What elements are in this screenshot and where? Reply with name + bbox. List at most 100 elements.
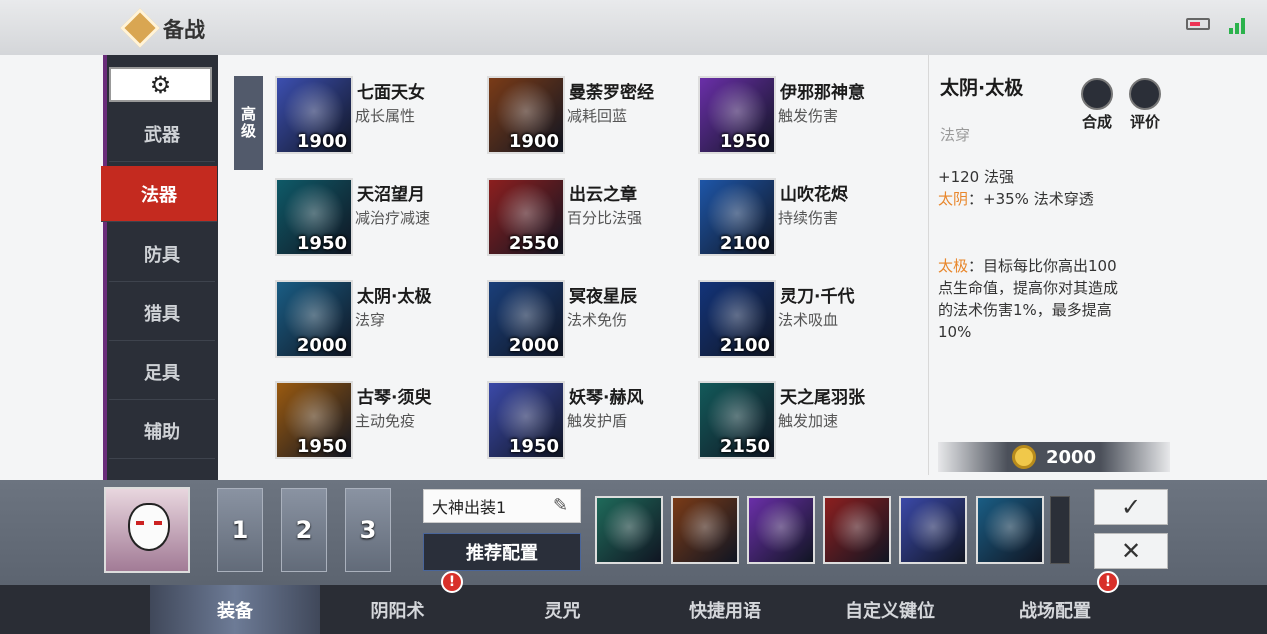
tab-spells[interactable]: 阴阳术 [330,585,465,634]
item-card[interactable]: 1950 古琴·须臾 主动免疫 [275,381,475,461]
detail-stat: +120 法强 [938,168,1014,186]
signal-icon [1229,14,1249,34]
item-card[interactable]: 1950 天沼望月减治疗减速 [275,178,475,258]
category-hunting[interactable]: 猎具 [109,285,215,341]
item-name: 山吹花烬 [780,185,848,205]
item-icon: 1950 [487,381,565,459]
item-desc: 法术免伤 [567,311,628,329]
item-price: 2550 [508,233,559,254]
item-price: 1950 [508,436,559,457]
item-desc: 触发加速 [778,412,839,430]
item-card[interactable]: 1900 曼荼罗密经减耗回蓝 [487,76,687,156]
item-name: 曼荼罗密经 [569,83,654,103]
detail-passive-2: 太极：目标每比你高出100点生命值，提高你对其造成的法术伤害1%，最多提高10% [938,255,1118,343]
tab-spells-badge: ! [441,571,463,593]
item-name: 伊邪那神意 [780,83,865,103]
item-icon: 2550 [487,178,565,256]
item-icon: 2150 [698,381,776,459]
category-weapon[interactable]: 武器 [109,106,215,162]
tab-curse[interactable]: 灵咒 [500,585,625,634]
item-card[interactable]: 1950 妖琴·赫风触发护盾 [487,381,687,461]
item-price: 2100 [719,233,770,254]
equipped-item[interactable] [899,496,967,564]
tab-battle-config-badge: ! [1097,571,1119,593]
item-icon: 1950 [275,178,353,256]
item-price: 1950 [296,436,347,457]
pencil-icon[interactable]: ✎ [553,495,568,516]
item-card[interactable]: 1950 伊邪那神意触发伤害 [698,76,898,156]
category-armor[interactable]: 防具 [109,226,215,282]
item-name: 出云之章 [569,185,637,205]
item-name: 妖琴·赫风 [569,388,644,408]
tab-keybind[interactable]: 自定义键位 [815,585,965,634]
item-price: 2100 [719,335,770,356]
build-slot-2[interactable]: 2 [281,488,327,572]
equipped-item[interactable] [595,496,663,564]
item-icon: 2100 [698,280,776,358]
gear-icon[interactable]: ⚙ [109,67,212,102]
detail-passive-1: 太阴：+35% 法术穿透 [938,188,1118,210]
item-card[interactable]: 1900 七面天女 成长属性 [275,76,475,156]
empty-equip-slot[interactable] [1050,496,1070,564]
item-desc: 减耗回蓝 [567,107,628,125]
detail-subtitle: 法穿 [940,126,971,144]
equipped-item[interactable] [747,496,815,564]
detail-price: 2000 [1045,446,1097,468]
item-desc: 持续伤害 [778,209,839,227]
item-card[interactable]: 2000 太阴·太极 法穿 [275,280,475,360]
item-card[interactable]: 2100 山吹花烬持续伤害 [698,178,898,258]
item-card[interactable]: 2000 冥夜星辰法术免伤 [487,280,687,360]
equipped-item[interactable] [976,496,1044,564]
item-icon: 2000 [275,280,353,358]
item-price: 1950 [719,131,770,152]
item-icon: 1900 [275,76,353,154]
build-slot-3[interactable]: 3 [345,488,391,572]
buy-price-bar[interactable]: 2000 [938,442,1170,472]
item-icon: 1900 [487,76,565,154]
item-desc: 主动免疫 [355,412,416,430]
passive-1-name: 太阴 [938,190,969,208]
item-price: 2000 [508,335,559,356]
equipped-item[interactable] [823,496,891,564]
equipped-item[interactable] [671,496,739,564]
item-desc: 触发伤害 [778,107,839,125]
item-desc: 减治疗减速 [355,209,431,227]
item-icon: 2000 [487,280,565,358]
build-slot-1[interactable]: 1 [217,488,263,572]
item-icon: 2100 [698,178,776,256]
review-button[interactable]: 评价 [1124,78,1166,132]
confirm-button[interactable]: ✓ [1094,489,1168,525]
item-icon: 1950 [275,381,353,459]
tier-label: 高级 [234,76,263,170]
close-icon: ✕ [1120,537,1142,565]
item-desc: 法术吸血 [778,311,839,329]
category-magic-item[interactable]: 法器 [101,166,217,222]
tab-equipment[interactable]: 装备 [150,585,320,634]
recommend-button[interactable]: 推荐配置 [423,533,581,571]
item-card[interactable]: 2100 灵刀·千代法术吸血 [698,280,898,360]
item-name: 冥夜星辰 [569,287,637,307]
tab-quick-chat[interactable]: 快捷用语 [655,585,795,634]
detail-title: 太阴·太极 [940,77,1024,99]
cancel-button[interactable]: ✕ [1094,533,1168,569]
item-name: 灵刀·千代 [780,287,855,307]
item-price: 2150 [719,436,770,457]
compose-button[interactable]: 合成 [1076,78,1118,132]
item-card[interactable]: 2550 出云之章百分比法强 [487,178,687,258]
item-card[interactable]: 2150 天之尾羽张触发加速 [698,381,898,461]
item-name: 天沼望月 [357,185,425,205]
passive-1-text: ：+35% 法术穿透 [968,190,1094,208]
check-icon: ✓ [1120,493,1142,521]
item-desc: 百分比法强 [567,209,643,227]
item-price: 1950 [296,233,347,254]
item-icon: 1950 [698,76,776,154]
category-boots[interactable]: 足具 [109,344,215,400]
coin-icon [1011,445,1036,469]
category-support[interactable]: 辅助 [109,403,215,459]
compose-label: 合成 [1081,113,1112,131]
item-name: 七面天女 [357,83,425,103]
hero-avatar[interactable] [104,487,190,573]
review-label: 评价 [1129,113,1160,131]
item-name: 天之尾羽张 [780,388,865,408]
item-desc: 触发护盾 [567,412,628,430]
